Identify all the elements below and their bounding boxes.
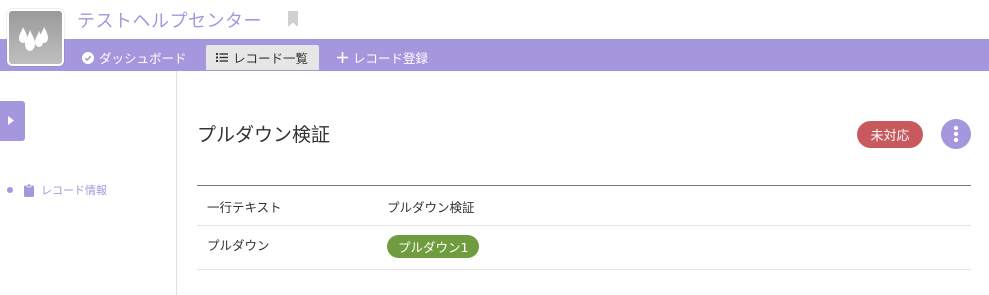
tab-label: レコード登録: [353, 51, 429, 66]
bullet-dot: [7, 187, 13, 193]
tab-label: レコード一覧: [233, 51, 309, 66]
logo-drops-icon: [19, 27, 48, 51]
app-title[interactable]: テストヘルプセンター: [77, 7, 262, 33]
app-logo[interactable]: [7, 9, 64, 66]
field-name: 一行テキスト: [207, 200, 282, 215]
field-name: プルダウン: [207, 238, 270, 253]
tab-record-list[interactable]: レコード一覧: [206, 45, 319, 70]
check-circle-icon: [82, 51, 94, 64]
sidebar: レコード情報: [0, 71, 177, 295]
plus-icon: [337, 52, 348, 63]
tab-record-add[interactable]: レコード登録: [337, 45, 428, 70]
chevron-right-icon: [8, 116, 14, 125]
field-row: プルダウン プルダウン1: [197, 226, 971, 270]
record-title: プルダウン検証: [197, 124, 331, 146]
dropdown-value-pill: プルダウン1: [387, 235, 480, 258]
clipboard-icon: [24, 183, 34, 197]
status-badge[interactable]: 未対応: [857, 121, 923, 148]
more-vertical-icon: [953, 125, 959, 143]
sidebar-item-label: レコード情報: [41, 184, 107, 197]
sidebar-toggle-button[interactable]: [0, 101, 25, 141]
top-bar: テストヘルプセンター: [0, 0, 989, 39]
more-options-button[interactable]: [941, 119, 971, 149]
bookmark-icon[interactable]: [287, 11, 299, 27]
list-icon: [216, 53, 228, 62]
record-fields-table: 一行テキスト プルダウン検証 プルダウン プルダウン1: [197, 185, 971, 270]
tab-dashboard[interactable]: ダッシュボード: [82, 45, 187, 70]
field-row: 一行テキスト プルダウン検証: [197, 186, 971, 226]
sidebar-item-record-info[interactable]: レコード情報: [7, 182, 107, 198]
tab-label: ダッシュボード: [99, 51, 187, 66]
field-value: プルダウン検証: [387, 200, 475, 215]
